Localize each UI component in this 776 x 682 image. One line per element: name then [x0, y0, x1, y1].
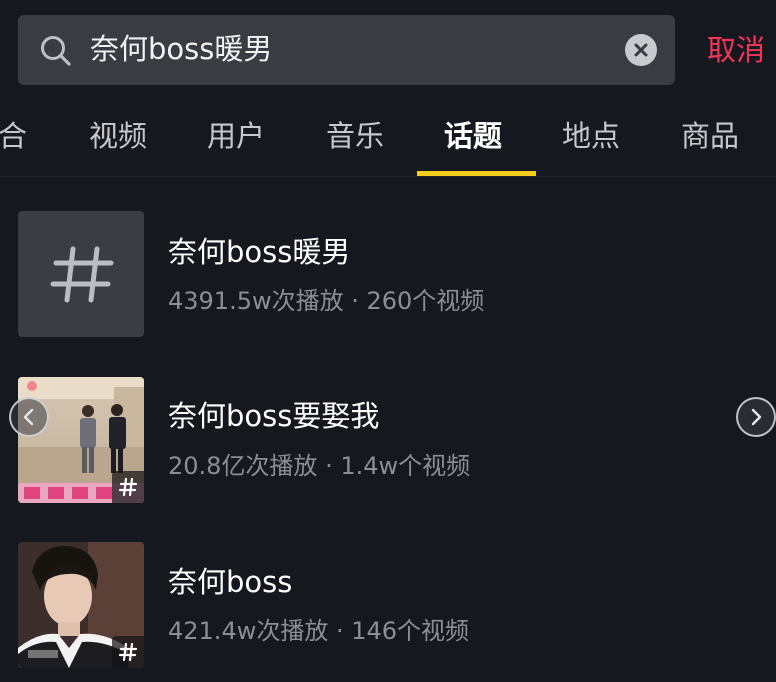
- hashtag-icon: [50, 246, 114, 303]
- tab-users[interactable]: 用户: [207, 116, 265, 156]
- hashtag-icon: [118, 477, 138, 497]
- tab-music[interactable]: 音乐: [326, 116, 384, 156]
- topic-stats: 421.4w次播放 · 146个视频: [168, 617, 470, 645]
- topic-row[interactable]: 奈何boss暖男 4391.5w次播放 · 260个视频: [0, 211, 776, 351]
- topic-stats: 20.8亿次播放 · 1.4w个视频: [168, 452, 471, 480]
- clear-search-button[interactable]: [625, 34, 657, 66]
- tab-products[interactable]: 商品: [681, 116, 739, 156]
- cancel-button[interactable]: 取消: [707, 30, 765, 70]
- chevron-right-icon: [751, 408, 762, 426]
- hashtag-badge: [112, 471, 144, 503]
- chevron-left-icon: [23, 408, 34, 426]
- search-result-tabs: 合 视频 用户 音乐 话题 地点 商品: [0, 100, 776, 177]
- hashtag-icon: [118, 642, 138, 662]
- topic-title: 奈何boss: [168, 565, 293, 599]
- search-input[interactable]: 奈何boss暖男: [90, 28, 272, 70]
- close-icon: [634, 43, 648, 57]
- tab-topics[interactable]: 话题: [444, 116, 502, 156]
- search-icon: [41, 36, 71, 66]
- topic-thumbnail: [18, 377, 144, 503]
- topic-thumbnail: [18, 211, 144, 337]
- topic-stats: 4391.5w次播放 · 260个视频: [168, 287, 485, 315]
- search-bar-row: 奈何boss暖男 取消: [0, 0, 776, 100]
- active-tab-indicator: [417, 171, 536, 176]
- previous-arrow-button[interactable]: [9, 397, 49, 437]
- topic-row[interactable]: 奈何boss要娶我 20.8亿次播放 · 1.4w个视频: [0, 377, 776, 517]
- tab-comprehensive[interactable]: 合: [0, 116, 27, 156]
- next-arrow-button[interactable]: [736, 397, 776, 437]
- topic-title: 奈何boss暖男: [168, 235, 351, 269]
- tab-places[interactable]: 地点: [562, 116, 620, 156]
- tab-videos[interactable]: 视频: [89, 116, 147, 156]
- hashtag-badge: [112, 636, 144, 668]
- topic-row[interactable]: 奈何boss 421.4w次播放 · 146个视频: [0, 542, 776, 682]
- topic-thumbnail: [18, 542, 144, 668]
- topic-title: 奈何boss要娶我: [168, 399, 380, 433]
